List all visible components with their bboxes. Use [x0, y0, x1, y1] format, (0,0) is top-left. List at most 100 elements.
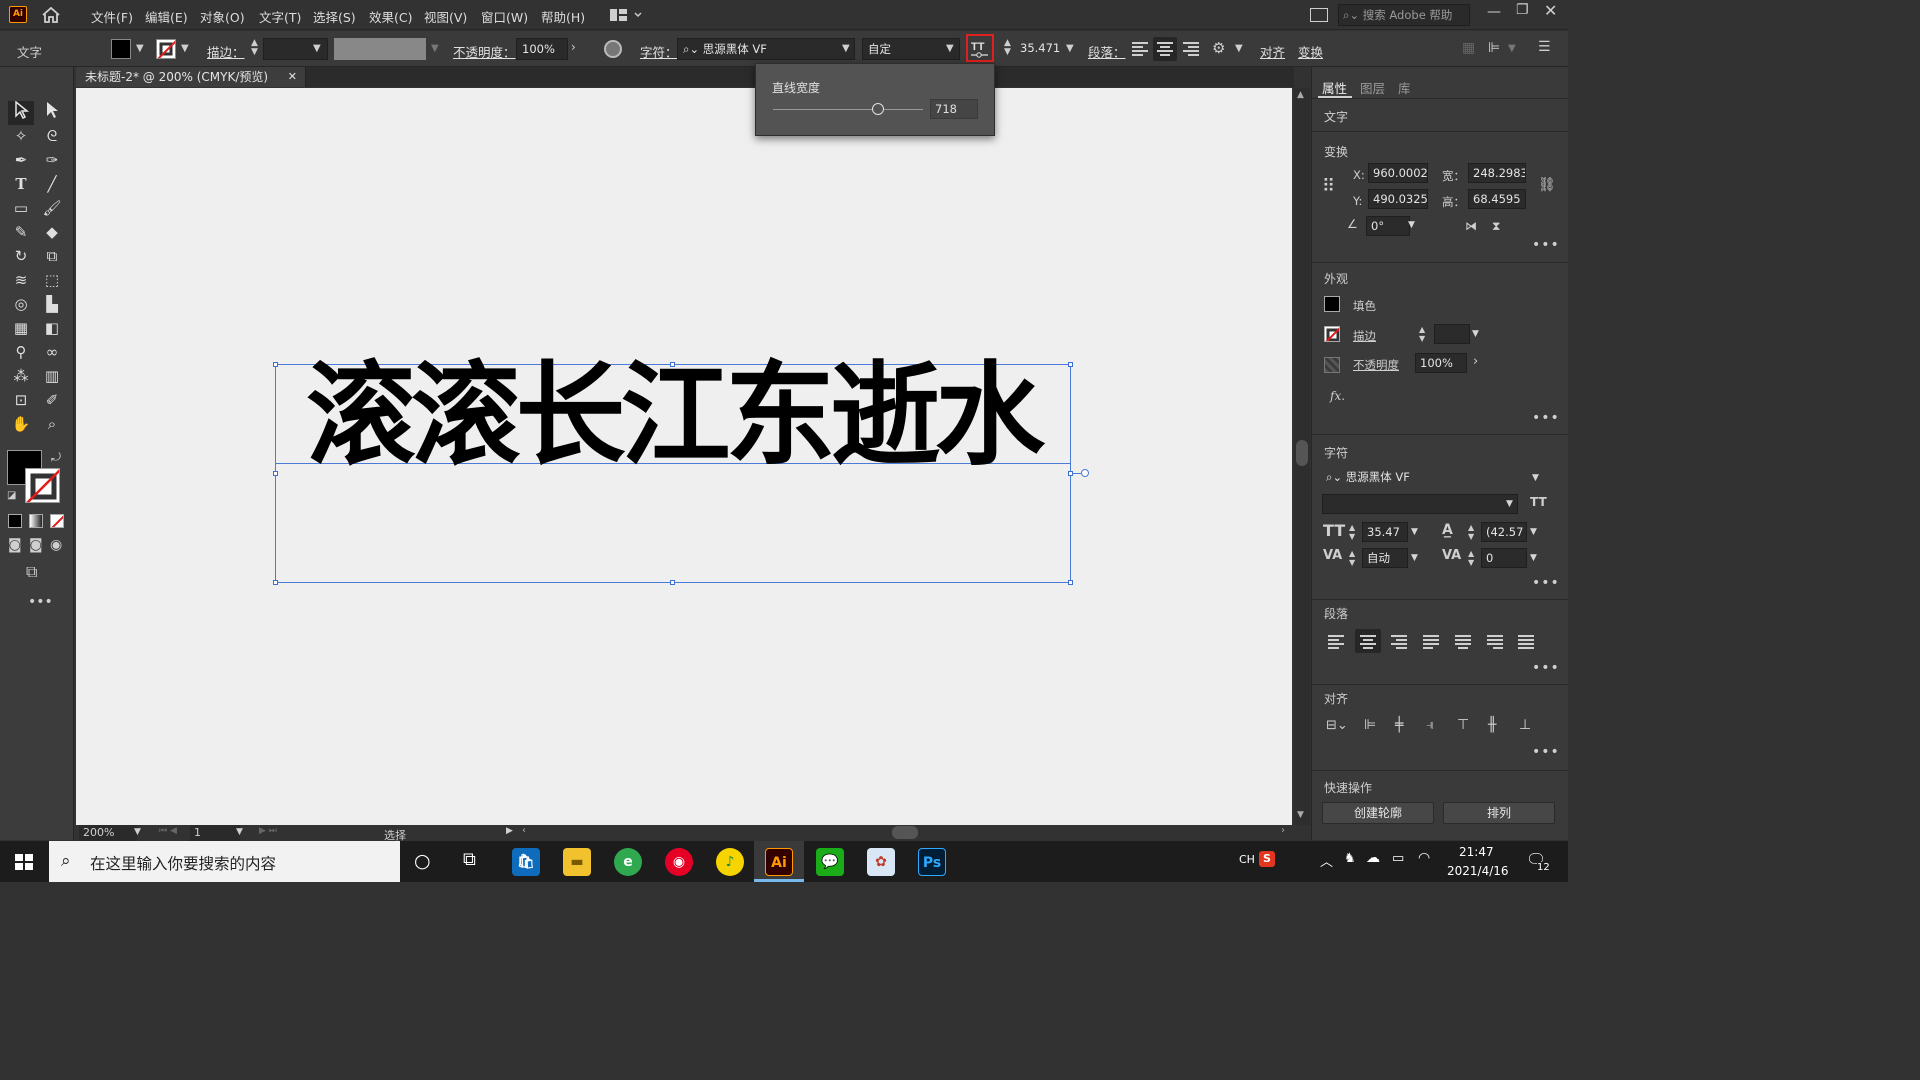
chevron-down-icon[interactable]: ▼ [1408, 220, 1415, 230]
align-horizontal-center-icon[interactable]: ╪ [1395, 717, 1403, 733]
scroll-down-icon[interactable]: ▼ [1297, 810, 1304, 820]
clock-date[interactable]: 2021/4/16 [1447, 864, 1509, 878]
isolate-icon[interactable]: ▦ [1462, 40, 1475, 56]
fx-icon[interactable]: fx. [1330, 389, 1345, 403]
recolor-artwork-icon[interactable]: ⚙ [1212, 39, 1225, 57]
tab-properties[interactable]: 属性 [1322, 78, 1347, 97]
browser-icon[interactable]: e [614, 848, 642, 876]
scale-tool-icon[interactable]: ⧉ [40, 245, 64, 267]
chevron-down-icon[interactable]: ▼ [134, 827, 141, 837]
restore-button[interactable]: ❐ [1516, 2, 1529, 18]
next-artboard-icon[interactable]: ▶ ⏭ [259, 826, 277, 836]
justify-left-icon[interactable] [1423, 635, 1439, 649]
paragraph-label[interactable]: 段落： [1088, 42, 1126, 61]
font-style-field[interactable] [1322, 494, 1518, 514]
font-family-field[interactable]: ⌕⌄ 思源黑体 VF [677, 38, 855, 60]
selection-handle[interactable] [273, 471, 278, 476]
reference-point-icon[interactable]: ⠿ [1322, 176, 1335, 197]
fill-swatch[interactable] [1324, 296, 1340, 312]
taskbar-search-box[interactable]: ⌕ 在这里输入你要搜索的内容 [49, 841, 400, 882]
chevron-down-icon[interactable]: ▼ [946, 43, 954, 54]
tracking-field[interactable]: 0 [1481, 548, 1527, 568]
netease-music-icon[interactable]: ◉ [665, 848, 693, 876]
chevron-down-icon[interactable]: ▼ [1530, 553, 1537, 563]
chevron-down-icon[interactable]: ▼ [1530, 527, 1537, 537]
recolor-icon[interactable] [604, 40, 622, 58]
menu-select[interactable]: 选择(S) [313, 7, 356, 26]
chevron-right-icon[interactable]: › [1473, 354, 1478, 369]
rotate-angle-field[interactable]: 0° [1366, 216, 1410, 236]
menu-file[interactable]: 文件(F) [91, 7, 133, 26]
kerning-field[interactable]: 自动 [1362, 548, 1408, 568]
horizontal-scroll-thumb[interactable] [892, 826, 918, 839]
cortana-icon[interactable]: ○ [414, 850, 431, 872]
scroll-left-icon[interactable]: ‹ [522, 825, 526, 836]
illustrator-icon[interactable]: Ai [765, 848, 793, 876]
workspace-switcher-icon[interactable] [609, 8, 643, 22]
magic-wand-tool-icon[interactable]: ✧ [9, 125, 33, 147]
more-options-icon[interactable]: ••• [1532, 410, 1560, 426]
stroke-color-swatch[interactable] [25, 468, 60, 503]
close-window-button[interactable]: ✕ [1544, 1, 1557, 20]
rotate-tool-icon[interactable]: ↻ [9, 245, 33, 267]
align-left-edges-icon[interactable]: ⊫ [1364, 717, 1376, 733]
artboard-canvas[interactable]: 滚滚长江东逝水 [76, 88, 1292, 825]
menu-type[interactable]: 文字(T) [259, 7, 301, 26]
menu-effect[interactable]: 效果(C) [369, 7, 412, 26]
artboard-number-field[interactable]: 1 [190, 825, 240, 841]
rectangle-tool-icon[interactable]: ▭ [9, 197, 33, 219]
tab-libraries[interactable]: 库 [1398, 78, 1411, 97]
font-size-field[interactable]: 35.47 [1362, 522, 1408, 542]
align-left-icon[interactable] [1132, 42, 1148, 56]
swap-colors-icon[interactable]: ⤾ [51, 450, 61, 465]
type-tool-icon[interactable]: T [9, 173, 33, 195]
direct-selection-tool-icon[interactable] [40, 101, 64, 123]
stroke-label[interactable]: 描边 [1353, 328, 1376, 344]
edit-toolbar-icon[interactable]: ••• [28, 594, 53, 610]
flip-horizontal-icon[interactable]: ⧒ [1465, 219, 1477, 233]
cloud-icon[interactable]: ☁ [1366, 850, 1380, 866]
align-bottom-edges-icon[interactable]: ⊥ [1519, 717, 1531, 733]
transform-label[interactable]: 变换 [1298, 42, 1323, 61]
tray-expand-icon[interactable]: ︿ [1320, 851, 1333, 870]
sogou-ime-icon[interactable]: S [1259, 851, 1275, 867]
home-icon[interactable] [40, 5, 62, 25]
font-size-stepper-icon[interactable]: ▲ ▼ [1349, 523, 1355, 541]
chevron-down-icon[interactable]: ▼ [1532, 473, 1539, 483]
hand-tool-icon[interactable]: ✋ [9, 413, 33, 435]
more-options-icon[interactable]: ••• [1532, 237, 1560, 253]
selection-handle[interactable] [670, 580, 675, 585]
tracking-stepper-icon[interactable]: ▲ ▼ [1468, 549, 1474, 567]
fill-swatch[interactable] [111, 39, 131, 59]
screen-mode-icon[interactable]: ⧉ [26, 562, 37, 582]
wechat-icon[interactable]: 💬 [816, 848, 844, 876]
height-field[interactable]: 68.4595 [1468, 189, 1526, 209]
chevron-down-icon[interactable]: ▼ [1508, 43, 1516, 54]
chevron-down-icon[interactable]: ▼ [181, 43, 189, 54]
align-left-icon[interactable] [1328, 635, 1344, 649]
flip-vertical-icon[interactable]: ⧗ [1492, 219, 1500, 234]
default-colors-icon[interactable]: ◪ [7, 490, 16, 501]
opacity-label[interactable]: 不透明度 [1353, 357, 1399, 373]
minimize-button[interactable]: — [1487, 4, 1501, 20]
align-to-icon[interactable]: ⊟⌄ [1326, 718, 1348, 733]
chevron-down-icon[interactable]: ▼ [1411, 527, 1418, 537]
align-right-icon[interactable] [1183, 42, 1199, 56]
line-width-slider-track[interactable] [773, 109, 923, 110]
eraser-tool-icon[interactable]: ◆ [40, 221, 64, 243]
chevron-down-icon[interactable]: ▼ [842, 43, 850, 54]
menu-help[interactable]: 帮助(H) [541, 7, 585, 26]
more-options-icon[interactable]: ••• [1532, 744, 1560, 760]
zoom-tool-icon[interactable]: ⌕ [40, 413, 64, 435]
line-width-button[interactable]: TT [966, 34, 994, 62]
menu-window[interactable]: 窗口(W) [481, 7, 528, 26]
vertical-scrollbar[interactable]: ▲ ▼ [1294, 88, 1310, 825]
vertical-scroll-thumb[interactable] [1296, 440, 1308, 466]
zoom-field[interactable]: 200% [79, 825, 137, 841]
justify-all-icon[interactable] [1518, 635, 1534, 649]
artboard-tool-icon[interactable]: ⊡ [9, 389, 33, 411]
menu-view[interactable]: 视图(V) [424, 7, 467, 26]
line-width-field[interactable]: 718 [930, 99, 978, 119]
opacity-field[interactable]: 100% [516, 38, 568, 60]
width-field[interactable]: 248.2983 [1468, 163, 1526, 183]
